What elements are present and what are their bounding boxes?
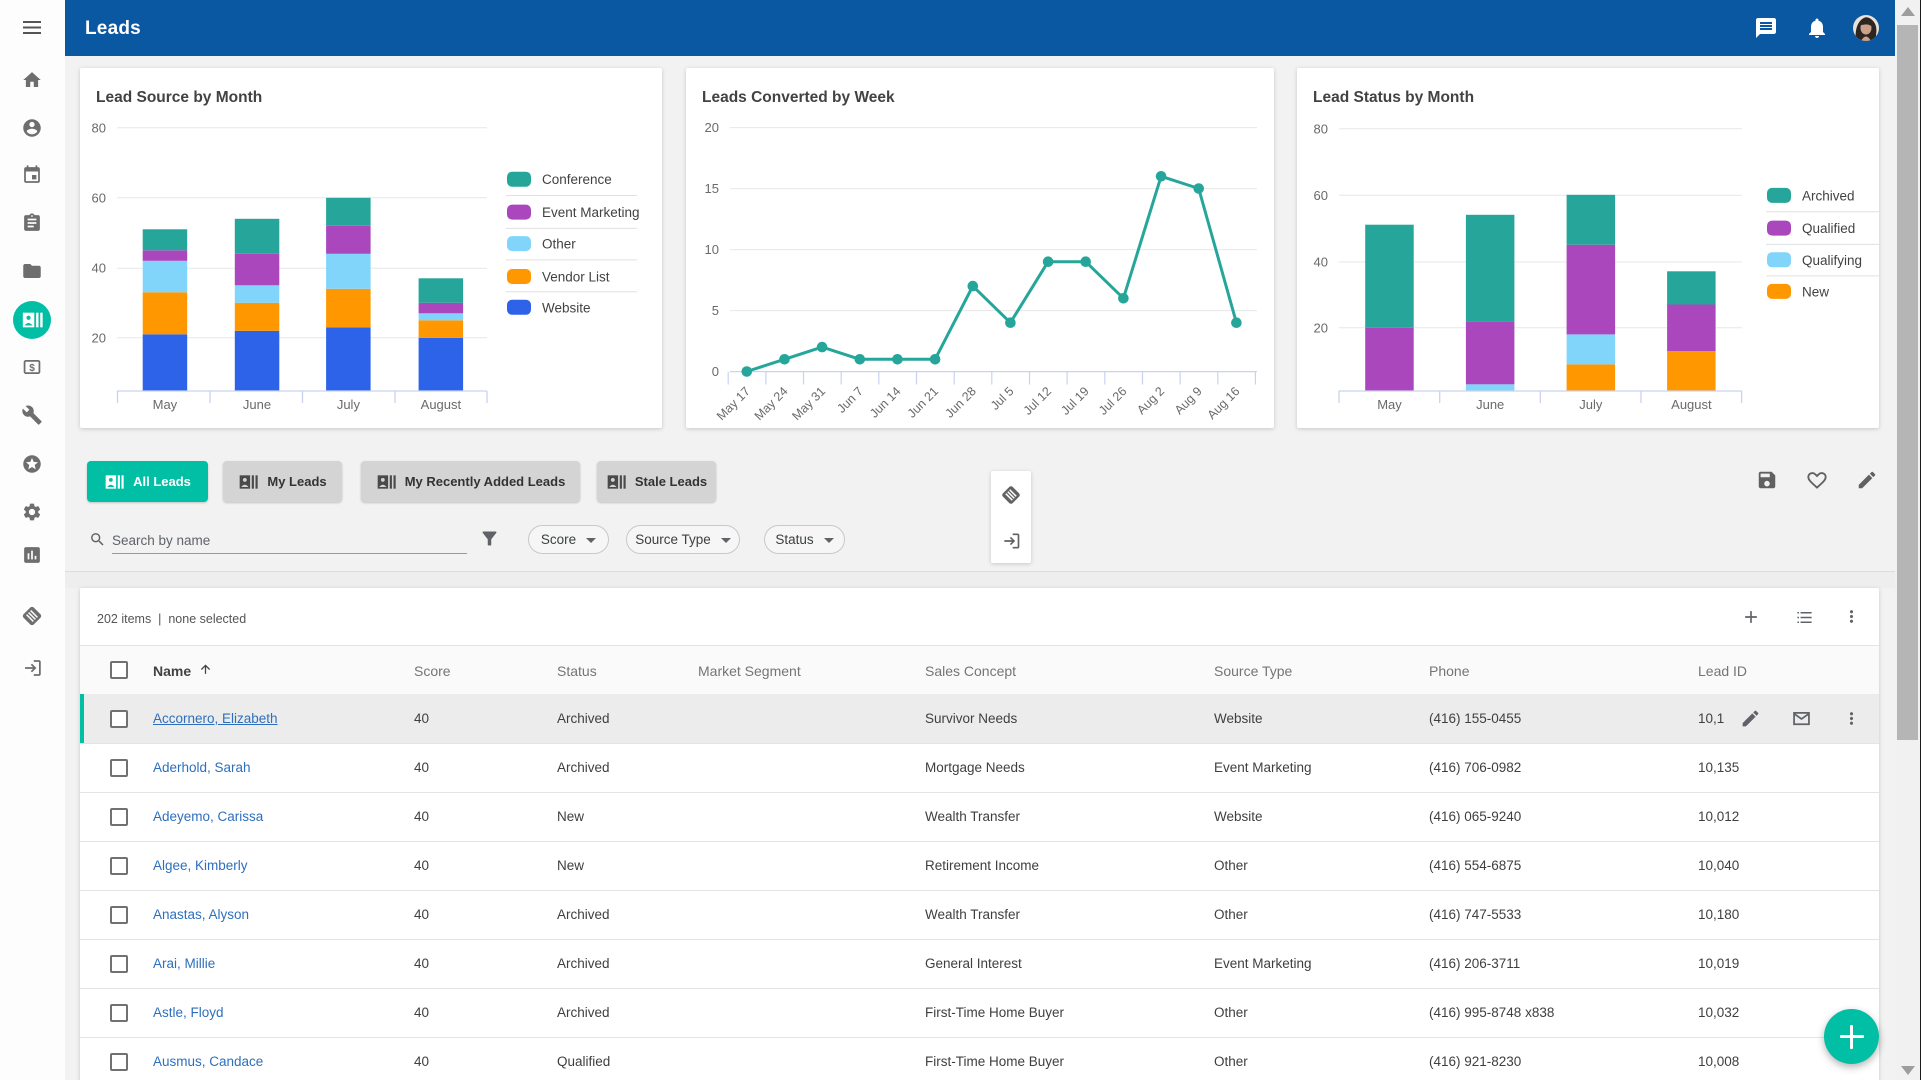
- svg-text:Jun 7: Jun 7: [834, 384, 866, 416]
- svg-text:80: 80: [1314, 121, 1328, 136]
- svg-text:New: New: [1802, 284, 1829, 299]
- svg-text:Qualified: Qualified: [1802, 221, 1855, 236]
- svg-text:$: $: [29, 363, 35, 374]
- svg-text:July: July: [1579, 397, 1603, 412]
- svg-text:Jul 5: Jul 5: [988, 384, 1017, 413]
- svg-text:May 31: May 31: [789, 384, 828, 423]
- svg-text:80: 80: [92, 120, 106, 135]
- svg-text:Other: Other: [542, 237, 576, 252]
- svg-text:Vendor List: Vendor List: [542, 270, 610, 285]
- svg-text:Website: Website: [542, 300, 591, 315]
- svg-text:0: 0: [712, 364, 719, 379]
- svg-text:June: June: [1476, 397, 1504, 412]
- svg-text:August: August: [1671, 397, 1712, 412]
- svg-text:Conference: Conference: [542, 172, 612, 187]
- svg-text:Qualifying: Qualifying: [1802, 253, 1862, 268]
- svg-text:June: June: [243, 397, 271, 412]
- svg-text:5: 5: [712, 303, 719, 318]
- svg-text:Jun 28: Jun 28: [942, 384, 978, 420]
- svg-text:60: 60: [92, 190, 106, 205]
- svg-text:Jun 21: Jun 21: [905, 384, 941, 420]
- svg-text:May: May: [1377, 397, 1402, 412]
- svg-text:Archived: Archived: [1802, 188, 1855, 203]
- svg-text:60: 60: [1314, 188, 1328, 203]
- svg-text:Jul 19: Jul 19: [1058, 384, 1092, 418]
- svg-text:August: August: [421, 397, 462, 412]
- svg-text:Jun 14: Jun 14: [867, 384, 903, 420]
- svg-text:40: 40: [1314, 255, 1328, 270]
- svg-text:20: 20: [92, 330, 106, 345]
- svg-text:Jul 12: Jul 12: [1021, 384, 1055, 418]
- svg-text:Aug 2: Aug 2: [1134, 384, 1167, 417]
- svg-text:Lead Source by Month: Lead Source by Month: [96, 89, 262, 106]
- svg-text:Event Marketing: Event Marketing: [542, 205, 640, 220]
- svg-text:May: May: [153, 397, 178, 412]
- svg-text:Aug 9: Aug 9: [1172, 384, 1205, 417]
- svg-text:15: 15: [705, 181, 719, 196]
- svg-text:40: 40: [92, 261, 106, 276]
- svg-text:Jul 26: Jul 26: [1096, 384, 1130, 418]
- svg-text:10: 10: [705, 242, 719, 257]
- svg-text:Aug 16: Aug 16: [1205, 384, 1243, 422]
- svg-text:20: 20: [1314, 320, 1328, 335]
- svg-text:20: 20: [705, 120, 719, 135]
- svg-text:Leads Converted by Week: Leads Converted by Week: [702, 89, 895, 106]
- svg-text:Lead Status by Month: Lead Status by Month: [1313, 89, 1474, 106]
- svg-text:July: July: [337, 397, 361, 412]
- svg-text:May 24: May 24: [752, 384, 791, 423]
- svg-text:May 17: May 17: [714, 384, 753, 423]
